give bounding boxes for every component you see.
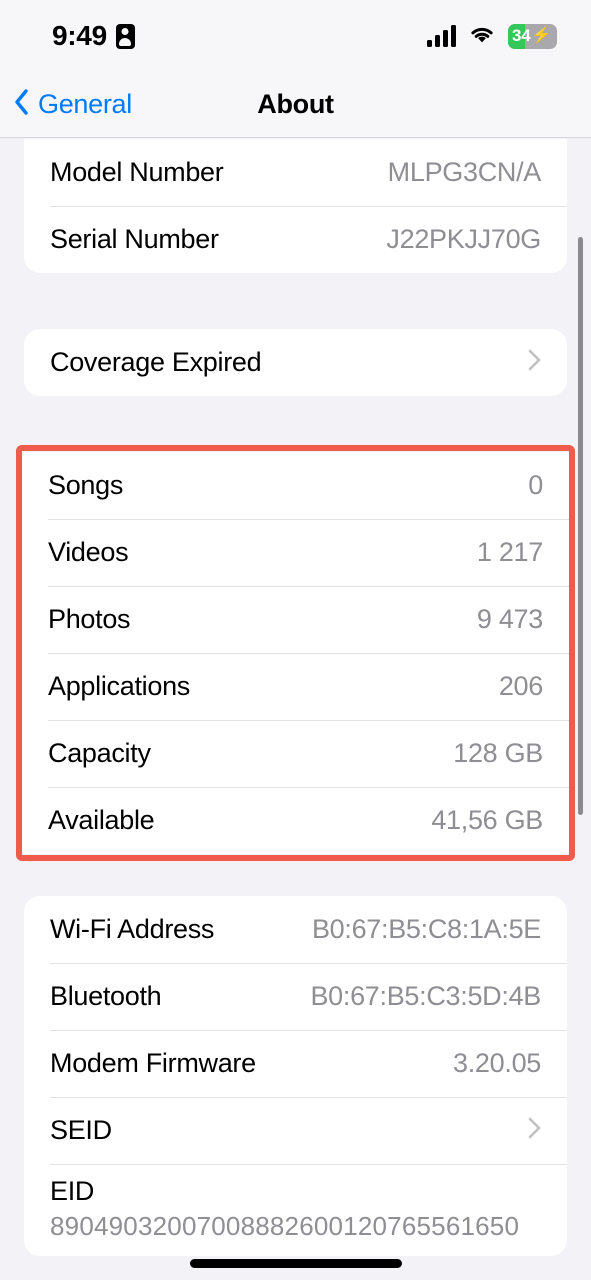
highlighted-region: Songs 0 Videos 1 217 Photos 9 473 Applic… — [16, 445, 575, 861]
section-network: Wi-Fi Address B0:67:B5:C8:1A:5E Bluetoot… — [24, 896, 567, 1256]
table-row[interactable]: Bluetooth B0:67:B5:C3:5D:4B — [24, 963, 567, 1030]
table-row[interactable]: Available 41,56 GB — [22, 787, 569, 854]
row-label: Coverage Expired — [50, 347, 262, 377]
eid-row[interactable]: EID 89049032007008882600120765561650 — [24, 1164, 567, 1256]
row-label: SEID — [50, 1115, 112, 1145]
settings-scroll-view[interactable]: Model Number MLPG3CN/A Serial Number J22… — [0, 139, 591, 1280]
row-value: B0:67:B5:C3:5D:4B — [310, 981, 541, 1011]
row-label: Songs — [48, 470, 124, 500]
row-value: B0:67:B5:C8:1A:5E — [311, 914, 541, 944]
row-value: J22PKJJ70G — [386, 224, 541, 254]
person-badge-icon — [115, 23, 135, 49]
row-value: 41,56 GB — [431, 805, 543, 835]
table-row[interactable]: Songs 0 — [22, 452, 569, 519]
row-label: Wi-Fi Address — [50, 914, 215, 944]
chevron-right-icon — [528, 349, 541, 376]
coverage-row[interactable]: Coverage Expired — [24, 329, 567, 396]
row-value: 1 217 — [476, 537, 543, 567]
row-value: 0 — [528, 470, 543, 500]
battery-indicator: 34 ⚡ — [508, 23, 557, 49]
row-label: Applications — [48, 671, 190, 701]
vertical-scrollbar[interactable] — [578, 237, 583, 815]
back-button-label: General — [38, 89, 132, 119]
row-label: Modem Firmware — [50, 1048, 256, 1078]
chevron-right-icon — [528, 1117, 541, 1144]
row-value: 128 GB — [453, 738, 543, 768]
section-storage: Songs 0 Videos 1 217 Photos 9 473 Applic… — [22, 452, 569, 854]
table-row[interactable]: Serial Number J22PKJJ70G — [24, 206, 567, 273]
wifi-icon — [468, 23, 496, 50]
table-row[interactable]: Wi-Fi Address B0:67:B5:C8:1A:5E — [24, 896, 567, 963]
table-row[interactable]: Applications 206 — [22, 653, 569, 720]
navigation-bar: General About — [0, 72, 591, 138]
row-label: Model Number — [50, 157, 224, 187]
signal-bars-icon — [427, 25, 456, 47]
row-label: Available — [48, 805, 155, 835]
seid-row[interactable]: SEID — [24, 1097, 567, 1164]
section-coverage: Coverage Expired — [24, 329, 567, 396]
row-value: 206 — [498, 671, 543, 701]
section-identity: Model Number MLPG3CN/A Serial Number J22… — [24, 139, 567, 273]
row-value: MLPG3CN/A — [387, 157, 542, 187]
row-label: Capacity — [48, 738, 151, 768]
row-label: Photos — [48, 604, 131, 634]
status-bar-right: 34 ⚡ — [427, 23, 557, 50]
table-row[interactable]: Videos 1 217 — [22, 519, 569, 586]
home-indicator[interactable] — [189, 1259, 402, 1268]
status-bar-clock: 9:49 — [52, 20, 107, 51]
status-bar: 9:49 34 ⚡ — [0, 0, 591, 72]
table-row[interactable]: Model Number MLPG3CN/A — [24, 139, 567, 206]
bolt-icon: ⚡ — [531, 27, 552, 44]
row-label: Bluetooth — [50, 981, 162, 1011]
table-row[interactable]: Photos 9 473 — [22, 586, 569, 653]
back-button[interactable]: General — [0, 89, 132, 120]
row-label: EID — [50, 1176, 95, 1206]
row-label: Serial Number — [50, 224, 219, 254]
battery-percent-label: 34 — [512, 26, 531, 45]
table-row[interactable]: Capacity 128 GB — [22, 720, 569, 787]
row-label: Videos — [48, 537, 129, 567]
iphone-settings-about-screen: 9:49 34 ⚡ General About Model Number MLP… — [0, 0, 591, 1280]
status-bar-left: 9:49 — [52, 20, 135, 52]
chevron-left-icon — [14, 89, 29, 120]
row-value: 3.20.05 — [453, 1048, 541, 1078]
row-value: 89049032007008882600120765561650 — [50, 1211, 520, 1241]
row-value: 9 473 — [476, 604, 543, 634]
table-row[interactable]: Modem Firmware 3.20.05 — [24, 1030, 567, 1097]
